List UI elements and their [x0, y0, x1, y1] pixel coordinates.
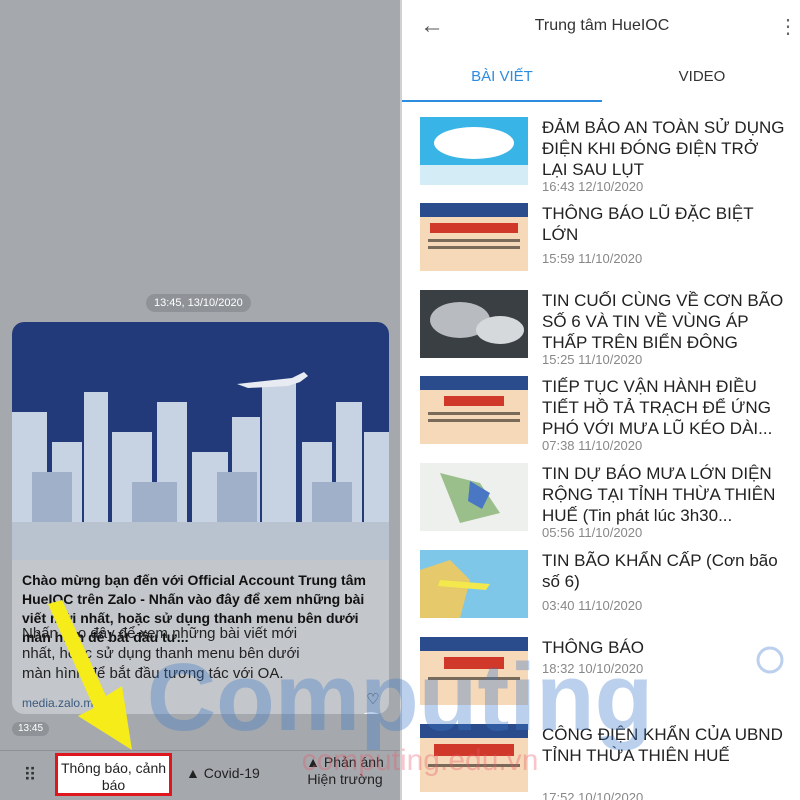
article-title: TIN DỰ BÁO MƯA LỚN DIỆN RỘNG TẠI TỈNH TH…: [542, 464, 776, 525]
top-bar: ← Trung tâm HueIOC ⋮: [402, 0, 800, 54]
menu-item-report[interactable]: ▲ Phản ánh Hiện trường: [290, 754, 400, 788]
article-title: TIẾP TỤC VẬN HÀNH ĐIỀU TIẾT HỒ TẢ TRẠCH …: [542, 377, 773, 438]
reaction-emoji-icon[interactable]: 😂: [356, 712, 386, 714]
article-thumbnail: [420, 463, 528, 531]
article-thumbnail: [420, 203, 528, 271]
heart-icon[interactable]: ♡: [363, 690, 383, 710]
menu-item-covid[interactable]: ▲ Covid-19: [186, 765, 260, 781]
article-time: 07:38 11/10/2020: [542, 438, 643, 453]
yellow-arrow-icon: [48, 600, 132, 750]
article-title: TIN BÃO KHẨN CẤP (Cơn bão số 6): [542, 551, 778, 591]
article-title: THÔNG BÁO: [542, 638, 645, 657]
article-thumbnail: [420, 290, 528, 358]
article-thumbnail: [420, 637, 528, 705]
article-title: TIN CUỐI CÙNG VỀ CƠN BÃO SỐ 6 VÀ TIN VỀ …: [542, 291, 784, 352]
page-title: Trung tâm HueIOC: [534, 17, 670, 34]
city-banner-image: [12, 322, 389, 560]
article-time: 15:25 11/10/2020: [542, 352, 643, 367]
article-item[interactable]: TIN DỰ BÁO MƯA LỚN DIỆN RỘNG TẠI TỈNH TH…: [420, 463, 790, 540]
tab-posts[interactable]: BÀI VIẾT: [402, 54, 602, 102]
article-title: ĐẢM BẢO AN TOÀN SỬ DỤNG ĐIỆN KHI ĐÓNG ĐI…: [542, 118, 785, 179]
article-time: 18:32 10/10/2020: [542, 661, 644, 676]
tab-bar: BÀI VIẾT VIDEO: [402, 54, 800, 102]
tab-video[interactable]: VIDEO: [602, 54, 800, 100]
article-thumbnail: [420, 376, 528, 444]
oa-menu-bar: ⠿ Thông báo, cảnh báo ▲ Covid-19 ▲ Phản …: [0, 750, 400, 800]
article-item[interactable]: TIẾP TỤC VẬN HÀNH ĐIỀU TIẾT HỒ TẢ TRẠCH …: [420, 376, 790, 453]
keyboard-icon[interactable]: ⠿: [12, 761, 48, 789]
oa-page: ← Trung tâm HueIOC ⋮ BÀI VIẾT VIDEO ĐẢM …: [400, 0, 800, 800]
menu-item-notifications[interactable]: Thông báo, cảnh báo: [55, 753, 172, 796]
article-item[interactable]: TIN CUỐI CÙNG VỀ CƠN BÃO SỐ 6 VÀ TIN VỀ …: [420, 290, 790, 367]
article-item[interactable]: TIN BÃO KHẨN CẤP (Cơn bão số 6) 03:40 11…: [420, 550, 790, 622]
article-thumbnail: [420, 550, 528, 618]
article-time: 03:40 11/10/2020: [542, 598, 643, 613]
article-time: 16:43 12/10/2020: [542, 179, 644, 194]
date-separator: 13:45, 13/10/2020: [146, 294, 251, 312]
article-title: CÔNG ĐIỆN KHẨN CỦA UBND TỈNH THỪA THIÊN …: [542, 725, 783, 765]
article-item[interactable]: THÔNG BÁO 18:32 10/10/2020: [420, 637, 790, 709]
article-title: THÔNG BÁO LŨ ĐẶC BIỆT LỚN: [542, 204, 754, 244]
article-time: 17:52 10/10/2020: [542, 790, 644, 800]
article-item[interactable]: THÔNG BÁO LŨ ĐẶC BIỆT LỚN 15:59 11/10/20…: [420, 203, 790, 275]
article-thumbnail: [420, 724, 528, 792]
article-thumbnail: [420, 117, 528, 185]
chat-pane: 13:45, 13/10/2020 Chào mừng bạn đến với …: [0, 0, 400, 800]
article-time: 05:56 11/10/2020: [542, 525, 643, 540]
more-vertical-icon[interactable]: ⋮: [778, 14, 798, 40]
article-item[interactable]: ĐẢM BẢO AN TOÀN SỬ DỤNG ĐIỆN KHI ĐÓNG ĐI…: [420, 117, 790, 194]
article-item[interactable]: CÔNG ĐIỆN KHẨN CỦA UBND TỈNH THỪA THIÊN …: [420, 724, 790, 800]
article-time: 15:59 11/10/2020: [542, 251, 643, 266]
